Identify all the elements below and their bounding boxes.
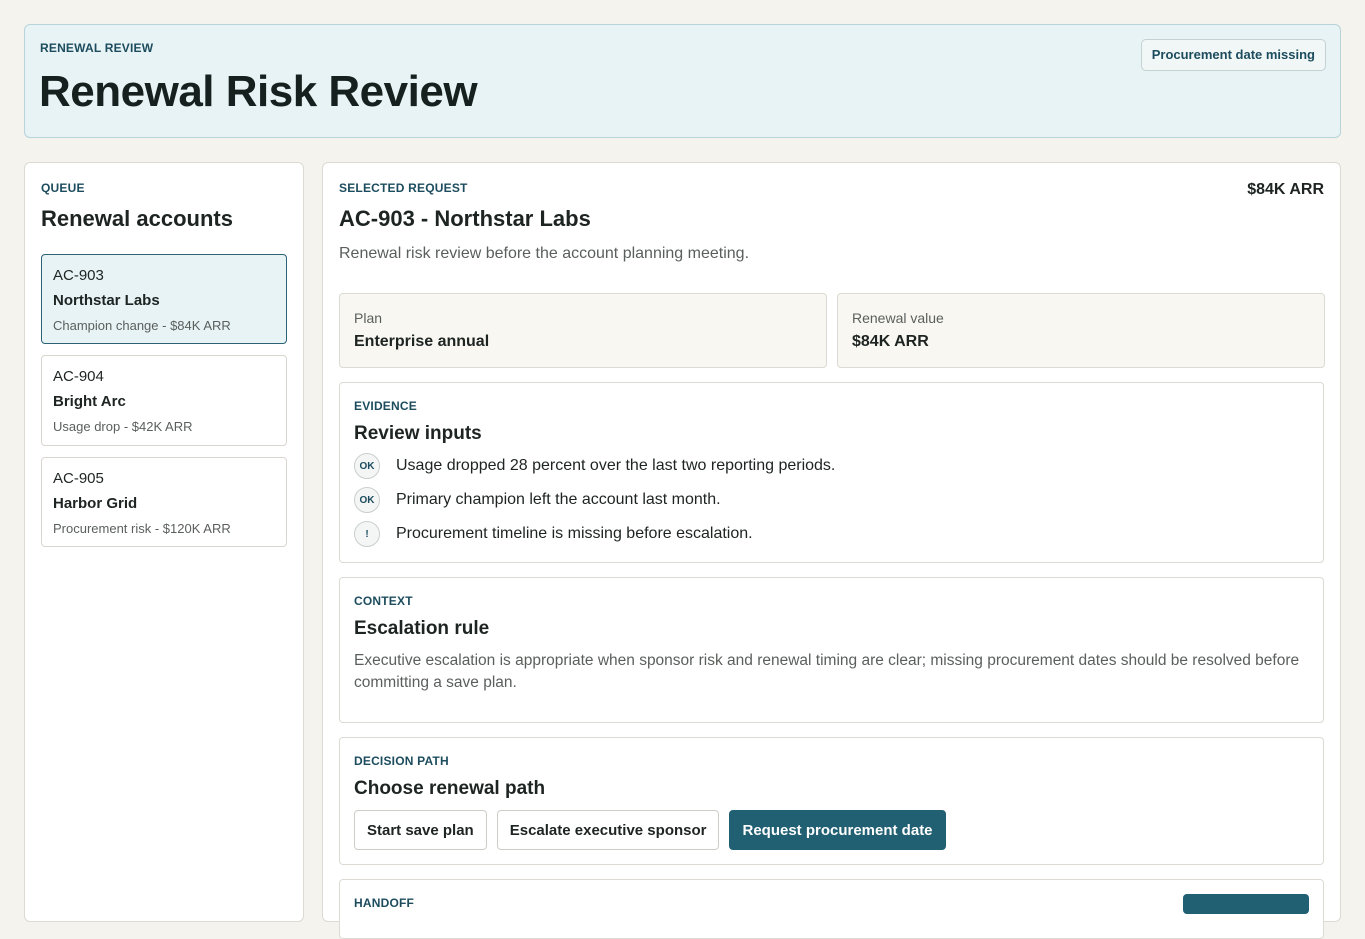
account-name: Harbor Grid [53,495,138,512]
request-procurement-date-button[interactable]: Request procurement date [729,810,946,850]
handoff-button[interactable] [1183,894,1309,914]
queue-title: Renewal accounts [41,206,233,231]
queue-panel: QUEUE Renewal accounts AC-903 Northstar … [24,162,304,922]
renewal-value-stat: Renewal value $84K ARR [837,293,1325,368]
account-name: Northstar Labs [53,292,160,309]
detail-description: Renewal risk review before the account p… [339,245,750,262]
account-meta: Usage drop - $42K ARR [53,419,193,434]
context-title: Escalation rule [354,618,490,639]
context-text: Executive escalation is appropriate when… [354,652,1300,691]
evidence-item: OK Usage dropped 28 percent over the las… [354,452,835,480]
stat-label: Plan [354,310,383,326]
account-meta: Champion change - $84K ARR [53,318,231,333]
account-card-ac-904[interactable]: AC-904 Bright Arc Usage drop - $42K ARR [41,355,287,446]
detail-title: AC-903 - Northstar Labs [339,206,591,231]
ok-status-icon: OK [354,487,380,513]
page-header: RENEWAL REVIEW Renewal Risk Review Procu… [24,24,1341,138]
handoff-card: HANDOFF [339,879,1324,939]
queue-eyebrow: QUEUE [41,181,85,195]
decision-card: DECISION PATH Choose renewal path Start … [339,737,1324,865]
stat-value: Enterprise annual [354,333,490,350]
warning-status-icon: ! [354,521,380,547]
account-card-ac-903[interactable]: AC-903 Northstar Labs Champion change - … [41,254,287,344]
account-id: AC-903 [53,267,104,284]
evidence-title: Review inputs [354,423,482,444]
detail-eyebrow: SELECTED REQUEST [339,181,468,195]
arr-value: $84K ARR [1247,181,1324,198]
account-name: Bright Arc [53,393,126,410]
evidence-text: Procurement timeline is missing before e… [396,525,753,542]
header-eyebrow: RENEWAL REVIEW [40,41,154,55]
decision-title: Choose renewal path [354,778,546,799]
evidence-eyebrow: EVIDENCE [354,399,417,413]
ok-status-icon: OK [354,453,380,479]
start-save-plan-button[interactable]: Start save plan [354,810,487,850]
evidence-text: Usage dropped 28 percent over the last t… [396,457,836,474]
evidence-item: OK Primary champion left the account las… [354,486,721,514]
account-meta: Procurement risk - $120K ARR [53,521,231,536]
account-card-ac-905[interactable]: AC-905 Harbor Grid Procurement risk - $1… [41,457,287,547]
stat-value: $84K ARR [852,333,929,350]
context-card: CONTEXT Escalation rule Executive escala… [339,577,1324,723]
stat-label: Renewal value [852,310,944,326]
plan-stat: Plan Enterprise annual [339,293,827,368]
evidence-item: ! Procurement timeline is missing before… [354,520,753,548]
page-title: Renewal Risk Review [39,67,478,116]
account-id: AC-905 [53,470,104,487]
status-badge: Procurement date missing [1140,39,1326,71]
evidence-text: Primary champion left the account last m… [396,491,721,508]
account-id: AC-904 [53,368,104,385]
handoff-eyebrow: HANDOFF [354,896,415,910]
escalate-sponsor-button[interactable]: Escalate executive sponsor [496,810,720,850]
evidence-card: EVIDENCE Review inputs OK Usage dropped … [339,382,1324,563]
detail-panel: SELECTED REQUEST $84K ARR AC-903 - North… [322,162,1341,939]
decision-buttons: Start save plan Escalate executive spons… [354,810,946,850]
decision-eyebrow: DECISION PATH [354,754,449,768]
context-eyebrow: CONTEXT [354,594,413,608]
